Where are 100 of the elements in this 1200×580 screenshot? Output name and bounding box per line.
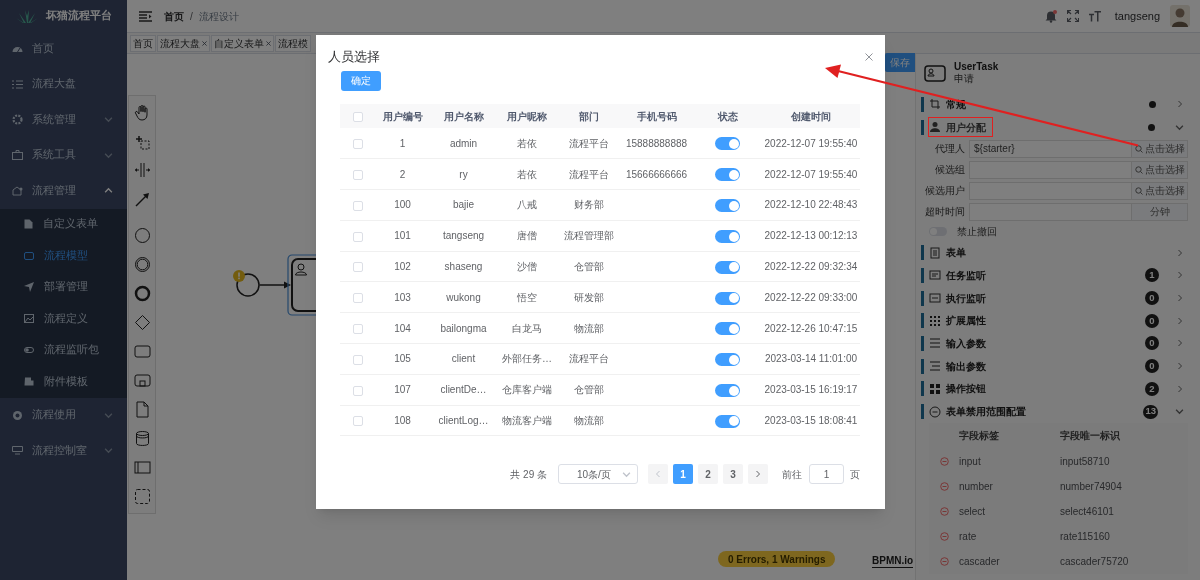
dashboard-icon [12,44,23,54]
toggle-switch[interactable] [715,322,740,336]
user-task-icon [924,64,946,82]
checkbox[interactable] [352,138,363,149]
table-cell-text: rate [959,529,978,544]
field-label: 候选用户 [924,184,966,199]
checkbox[interactable] [352,354,363,365]
sequence-flow[interactable] [258,281,291,289]
checkbox[interactable] [352,200,363,211]
section-header[interactable]: 操作按钮 [928,378,993,399]
tab[interactable]: 流程大盘 [157,34,210,52]
list-icon [929,360,941,373]
table-cell: 沙僧 [497,251,557,282]
table-cell: 15888888888 [620,128,693,159]
close-icon [202,40,207,46]
table-cell: 1 [375,128,430,159]
total-count: 共 29 条 [510,467,547,482]
toggle-switch[interactable] [715,414,740,428]
brand-link[interactable]: BPMN.io [872,555,914,568]
submenu-item[interactable]: 自定义表单 [0,208,127,240]
toggle-switch[interactable] [715,168,740,182]
select-button[interactable]: 点击选择 [1132,139,1188,158]
checkbox[interactable] [352,169,363,180]
table-cell: 流程平台 [557,128,620,159]
data-store-icon [133,430,151,447]
section-header[interactable]: 表单 [928,242,973,263]
tab[interactable]: 流程模 [275,34,311,52]
hand-icon [133,104,151,121]
menu-icon [139,10,152,22]
input-field[interactable]: ${starter} [969,139,1132,158]
table-cell-text: select46101 [1060,504,1114,519]
page-button[interactable]: 1 [673,464,693,484]
table-cell: 108 [375,405,430,436]
checkbox[interactable] [352,111,363,122]
select-button[interactable]: 点击选择 [1132,181,1188,200]
remove-icon [939,531,949,541]
checkbox[interactable] [352,231,363,242]
page-input[interactable]: 1 [809,464,844,484]
toggle-switch[interactable] [715,230,740,244]
toggle-switch[interactable] [715,353,740,367]
space-tool-icon [133,162,151,179]
chevron-down-icon [622,469,631,479]
data-object-icon [133,401,151,418]
table-cell: 2022-12-26 10:47:15 [762,312,860,344]
column-header: 手机号码 [620,104,693,128]
toggle-switch[interactable] [715,199,740,213]
table-cell: clientDe… [430,374,497,406]
text-size-icon [1088,10,1101,22]
section-header[interactable]: 输入参数 [928,333,993,354]
section-header[interactable]: 表单禁用范围配置 [928,401,1033,422]
start-event[interactable] [236,273,260,297]
validation-status[interactable]: 0 Errors, 1 Warnings [718,551,836,567]
page-button[interactable]: 3 [723,464,743,484]
table-cell: bajie [430,189,497,221]
checkbox[interactable] [352,323,363,334]
section-header[interactable]: 输出参数 [928,356,993,377]
submenu-item[interactable]: 流程定义 [0,303,127,335]
select-button[interactable]: 点击选择 [1132,160,1188,179]
confirm-button[interactable]: 确定 [341,70,381,91]
list-icon [12,79,23,89]
column-header: 字段标签 [959,429,1000,444]
checkbox[interactable] [352,293,363,304]
user-name[interactable]: tangseng [1114,7,1160,25]
toggle-switch[interactable] [715,384,740,398]
checkbox[interactable] [352,262,363,273]
table-cell: 财务部 [557,189,620,221]
section-header[interactable]: 执行监听 [928,288,993,309]
column-header: 部门 [557,104,620,128]
next-page-button[interactable] [748,464,768,484]
submenu-item[interactable]: 附件模板 [0,366,127,398]
tab[interactable]: 自定义表单 [211,34,274,52]
checkbox[interactable] [352,416,363,427]
fullscreen-icon [1066,10,1079,22]
toggle-switch[interactable] [715,137,740,151]
group-marker [921,358,924,374]
page-size-select[interactable]: 10条/页 [558,464,638,484]
field-label: 超时时间 [924,205,966,220]
table-cell: 流程平台 [557,343,620,375]
group-marker [921,381,924,397]
count-badge: 0 [1145,336,1159,351]
group-marker [921,245,924,261]
table-cell: 若依 [497,158,557,190]
tab[interactable]: 首页 [130,34,156,52]
section-header[interactable]: 任务监听 [928,265,993,286]
gateway-icon [133,314,151,331]
table-cell: 2022-12-07 19:55:40 [762,128,860,159]
close-icon [266,40,271,46]
message-icon [929,292,941,305]
section-header[interactable]: 扩展属性 [928,310,993,331]
breadcrumb-item[interactable]: 首页 [164,8,184,24]
element-name: 申请 [954,73,975,85]
close-icon [865,52,873,61]
page-button[interactable]: 2 [698,464,718,484]
toggle-switch[interactable] [715,260,740,274]
group-marker [921,313,924,329]
column-header: 用户昵称 [497,104,557,128]
checkbox[interactable] [352,385,363,396]
column-header: 字段唯一标识 [1060,429,1120,444]
section-header[interactable]: 用户分配 [928,117,993,138]
toggle-switch[interactable] [715,291,740,305]
